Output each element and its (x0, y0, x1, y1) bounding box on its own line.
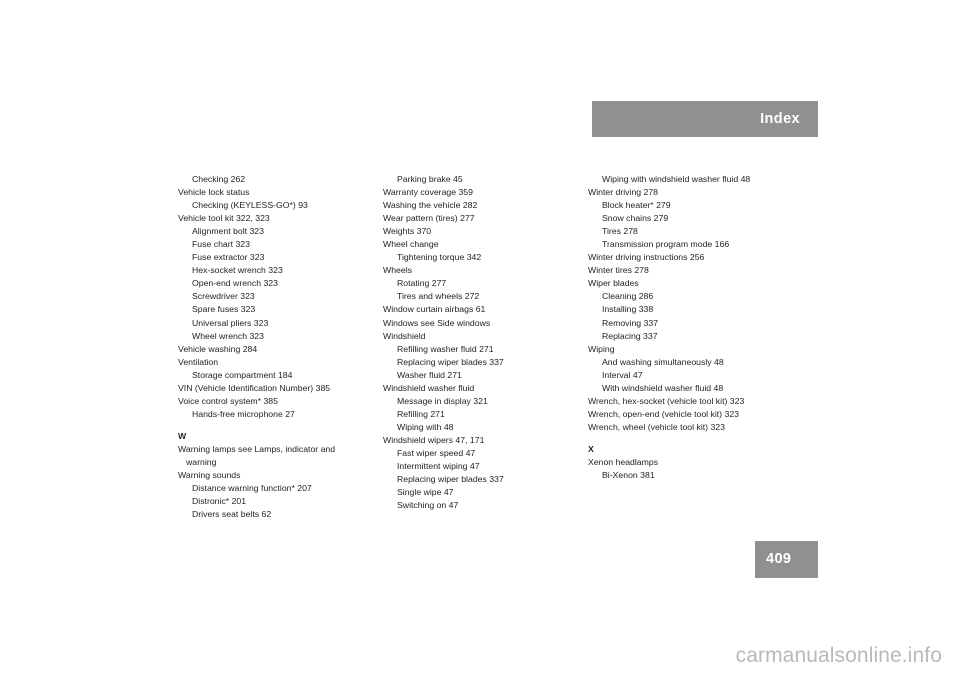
index-entry: Wheels (383, 265, 412, 276)
index-entry: Wrench, wheel (vehicle tool kit) 323 (588, 421, 725, 432)
index-subentry: Universal pliers 323 (192, 317, 269, 328)
index-subentry: Replacing wiper blades 337 (397, 474, 504, 485)
index-subentry: Switching on 47 (397, 500, 459, 511)
index-column-3: Wiping with windshield washer fluid 48 Wi… (588, 173, 838, 521)
index-subentry: Screwdriver 323 (192, 291, 255, 302)
index-subentry: Parking brake 45 (397, 174, 463, 184)
index-subentry: And washing simultaneously 48 (602, 356, 724, 367)
index-entry: Wiper blades (588, 278, 639, 289)
index-subentry: Message in display 321 (397, 395, 488, 406)
index-subentry: Transmission program mode 166 (602, 239, 730, 250)
index-entry: Wear pattern (tires) 277 (383, 213, 475, 224)
index-entry: Xenon headlamps (588, 456, 659, 467)
index-subentry: Installing 338 (602, 304, 654, 315)
index-subentry: Snow chains 279 (602, 213, 669, 224)
index-subentry: Wiping with 48 (397, 421, 454, 432)
index-subentry: Bi-Xenon 381 (602, 470, 655, 481)
index-subentry: Tires and wheels 272 (397, 291, 480, 302)
index-subentry: Refilling washer fluid 271 (397, 343, 494, 354)
index-subentry: Replacing wiper blades 337 (397, 356, 504, 367)
index-subentry: Wheel wrench 323 (192, 330, 264, 341)
index-subentry: Spare fuses 323 (192, 304, 256, 315)
index-subentry: Hands-free microphone 27 (192, 408, 295, 419)
index-entry: Wheel change (383, 239, 439, 250)
index-columns: Checking 262 Vehicle lock status Checking … (178, 173, 838, 521)
index-letter-heading: X (588, 443, 594, 454)
index-entry: Windows see Side windows (383, 317, 491, 328)
index-entry: Washing the vehicle 282 (383, 200, 478, 211)
index-entry: Winter driving instructions 256 (588, 252, 705, 263)
index-subentry: Rotating 277 (397, 278, 447, 289)
index-entry: Windshield washer fluid (383, 382, 475, 393)
index-entry-continuation: warning (186, 456, 217, 467)
index-subentry: Replacing 337 (602, 330, 658, 341)
index-subentry: Removing 337 (602, 317, 659, 328)
index-subentry: Tightening torque 342 (397, 252, 482, 263)
index-subentry: Open-end wrench 323 (192, 278, 278, 289)
index-entry: Vehicle washing 284 (178, 343, 258, 354)
index-entry: Vehicle tool kit 322, 323 (178, 213, 270, 224)
index-entry: Warning lamps see Lamps, indicator and (178, 443, 336, 454)
index-page: Index Checking 262 Vehicle lock status Che… (0, 0, 960, 678)
index-entry: Ventilation (178, 356, 219, 367)
index-entry: Winter tires 278 (588, 265, 649, 276)
index-entry: Vehicle lock status (178, 187, 250, 198)
index-subentry: Refilling 271 (397, 408, 445, 419)
index-subentry: Drivers seat belts 62 (192, 509, 272, 520)
index-entry: VIN (Vehicle Identification Number) 385 (178, 382, 331, 393)
index-subentry: Storage compartment 184 (192, 369, 293, 380)
page-number-block: 409 (755, 541, 818, 578)
index-entry: Wrench, hex-socket (vehicle tool kit) 32… (588, 395, 745, 406)
index-column-1: Checking 262 Vehicle lock status Checking … (178, 173, 383, 521)
index-subentry: Checking 262 (192, 174, 246, 184)
index-entry: Wiping (588, 343, 615, 354)
index-header-band: Index (592, 101, 818, 137)
index-entry: Voice control system* 385 (178, 395, 278, 406)
index-subentry: With windshield washer fluid 48 (602, 382, 724, 393)
page-number: 409 (766, 551, 792, 568)
index-letter-heading: W (178, 430, 187, 441)
index-entry: Weights 370 (383, 226, 432, 237)
index-subentry: Alignment bolt 323 (192, 226, 264, 237)
site-watermark: carmanualsonline.info (735, 644, 942, 667)
index-subentry: Wiping with windshield washer fluid 48 (602, 174, 751, 184)
index-subentry: Washer fluid 271 (397, 369, 462, 380)
index-subentry: Intermittent wiping 47 (397, 461, 480, 472)
index-subentry: Distronic* 201 (192, 496, 247, 507)
index-subentry: Interval 47 (602, 369, 643, 380)
index-subentry: Fast wiper speed 47 (397, 447, 476, 458)
index-subentry: Tires 278 (602, 226, 638, 237)
index-entry: Windshield (383, 330, 426, 341)
index-column-2: Parking brake 45 Warranty coverage 359 Was… (383, 173, 588, 521)
index-entry: Window curtain airbags 61 (383, 304, 486, 315)
index-entry: Warranty coverage 359 (383, 187, 473, 198)
index-subentry: Single wipe 47 (397, 487, 454, 498)
index-entry: Wrench, open-end (vehicle tool kit) 323 (588, 408, 739, 419)
index-subentry: Distance warning function* 207 (192, 483, 312, 494)
index-entry: Warning sounds (178, 470, 241, 481)
index-subentry: Block heater* 279 (602, 200, 671, 211)
index-subentry: Fuse extractor 323 (192, 252, 265, 263)
index-entry: Windshield wipers 47, 171 (383, 434, 485, 445)
page-title: Index (760, 110, 800, 127)
index-subentry: Hex-socket wrench 323 (192, 265, 283, 276)
index-subentry: Fuse chart 323 (192, 239, 250, 250)
index-entry: Winter driving 278 (588, 187, 659, 198)
index-subentry: Cleaning 286 (602, 291, 654, 302)
index-subentry: Checking (KEYLESS-GO*) 93 (192, 200, 308, 211)
